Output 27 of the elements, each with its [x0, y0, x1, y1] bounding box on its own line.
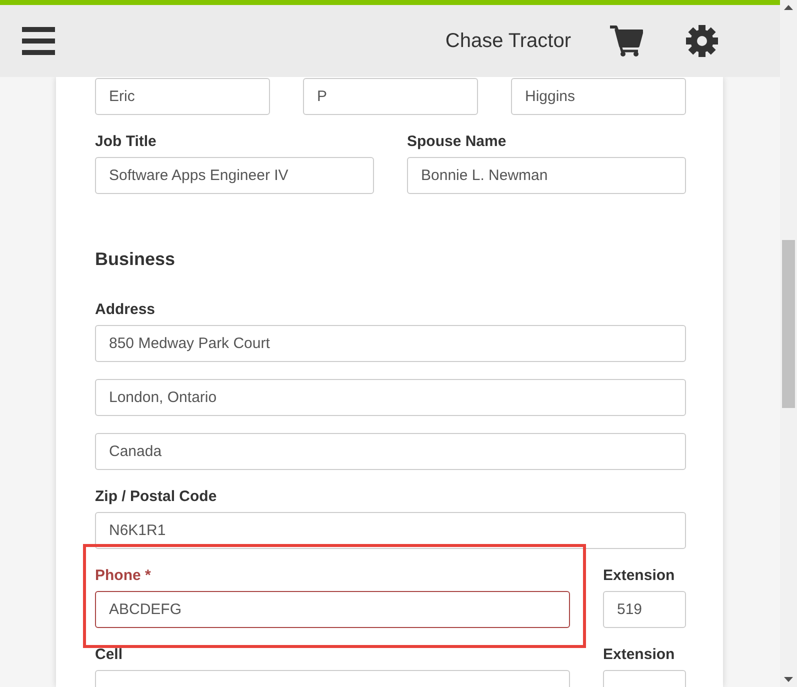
input-field[interactable]: 850 Medway Park Court [95, 325, 686, 362]
account-name: Chase Tractor [445, 30, 571, 52]
field-label: Job Title [95, 132, 156, 152]
input-field[interactable]: N6K1R1 [95, 512, 686, 549]
field-label: Phone * [95, 566, 151, 586]
input-field[interactable]: P [303, 78, 478, 115]
field-label: Extension [603, 566, 675, 586]
field-label: Zip / Postal Code [95, 487, 217, 507]
input-field[interactable]: Bonnie L. Newman [407, 157, 686, 194]
up-arrow-icon[interactable] [784, 5, 793, 10]
input-field[interactable]: 519 [603, 591, 686, 628]
cart-icon[interactable] [609, 24, 643, 58]
section-heading: Business [95, 249, 176, 270]
input-field[interactable]: ABCDEFG [95, 591, 570, 628]
input-field[interactable]: London, Ontario [95, 379, 686, 416]
input-field[interactable]: Higgins [511, 78, 686, 115]
input-field[interactable]: Canada [95, 433, 686, 470]
field-label: Extension [603, 645, 675, 665]
scrollbar-thumb[interactable] [782, 240, 795, 408]
input-field[interactable]: Eric [95, 78, 270, 115]
down-arrow-icon[interactable] [784, 677, 793, 682]
field-label: Cell [95, 645, 123, 665]
settings-icon[interactable] [686, 25, 718, 57]
menu-icon[interactable] [22, 27, 55, 55]
input-field[interactable]: Software Apps Engineer IV [95, 157, 374, 194]
field-label: Address [95, 300, 156, 320]
field-label: Spouse Name [407, 132, 506, 152]
